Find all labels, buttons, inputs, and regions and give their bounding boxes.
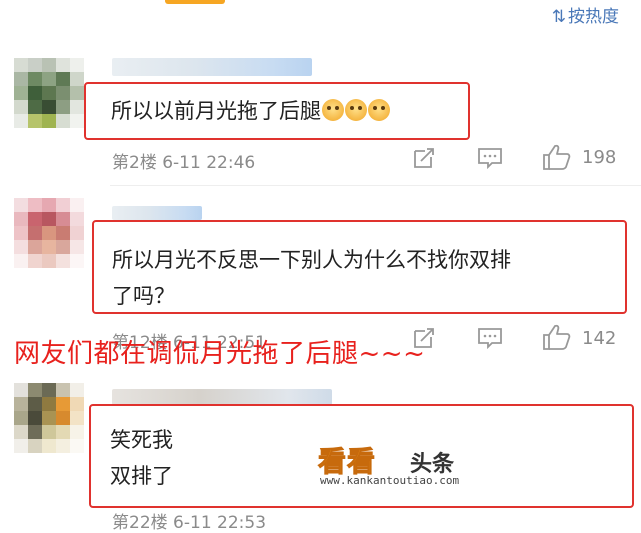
comment-text: 所以月光不反思一下别人为什么不找你双排 了吗？ xyxy=(112,242,511,314)
sort-bar: ⇅ 按热度 xyxy=(0,0,641,27)
username[interactable] xyxy=(112,206,202,220)
doge-emoji-icon xyxy=(368,99,390,121)
comment-meta: 第22楼 6-11 22:53 xyxy=(112,508,266,533)
comment-text: 笑死我 双排了 xyxy=(110,422,173,494)
like-count: 198 xyxy=(582,147,617,168)
avatar[interactable] xyxy=(14,383,84,453)
like-icon[interactable] xyxy=(542,143,572,171)
sort-arrows-icon: ⇅ xyxy=(551,7,566,27)
active-tab-indicator xyxy=(165,0,225,4)
comment-icon[interactable] xyxy=(477,146,503,170)
comment-icon[interactable] xyxy=(477,326,503,350)
watermark-url: www.kankantoutiao.com xyxy=(320,474,460,487)
comment-body: 所以以前月光拖了后腿 xyxy=(111,99,321,123)
comment-text: 所以以前月光拖了后腿 xyxy=(111,93,390,129)
like-count: 142 xyxy=(582,328,617,349)
watermark-logo: 看看 头条 www.kankantoutiao.com xyxy=(317,444,518,496)
share-icon[interactable] xyxy=(412,146,436,170)
comment-body-line1: 所以月光不反思一下别人为什么不找你双排 xyxy=(112,248,511,272)
comment-body-line2: 了吗？ xyxy=(112,284,175,308)
overlay-caption: 网友们都在调侃月光拖了后腿~~~ xyxy=(14,339,426,369)
comment-body-line1: 笑死我 xyxy=(110,428,173,452)
like-icon[interactable] xyxy=(542,323,572,351)
username[interactable] xyxy=(112,58,312,76)
floor-number: 第2楼 xyxy=(112,153,157,173)
floor-number: 第22楼 xyxy=(112,513,168,533)
doge-emoji-icon xyxy=(322,99,344,121)
comment-body-line2: 双排了 xyxy=(110,464,173,488)
avatar[interactable] xyxy=(14,58,84,128)
comment-meta: 第2楼 6-11 22:46 xyxy=(112,148,255,173)
username[interactable] xyxy=(112,389,332,405)
sort-by-hot-button[interactable]: ⇅ 按热度 xyxy=(552,2,619,27)
divider xyxy=(110,185,641,186)
sort-label: 按热度 xyxy=(568,7,619,27)
avatar[interactable] xyxy=(14,198,84,268)
timestamp: 6-11 22:46 xyxy=(162,153,256,173)
doge-emoji-icon xyxy=(345,99,367,121)
timestamp: 6-11 22:53 xyxy=(173,513,267,533)
